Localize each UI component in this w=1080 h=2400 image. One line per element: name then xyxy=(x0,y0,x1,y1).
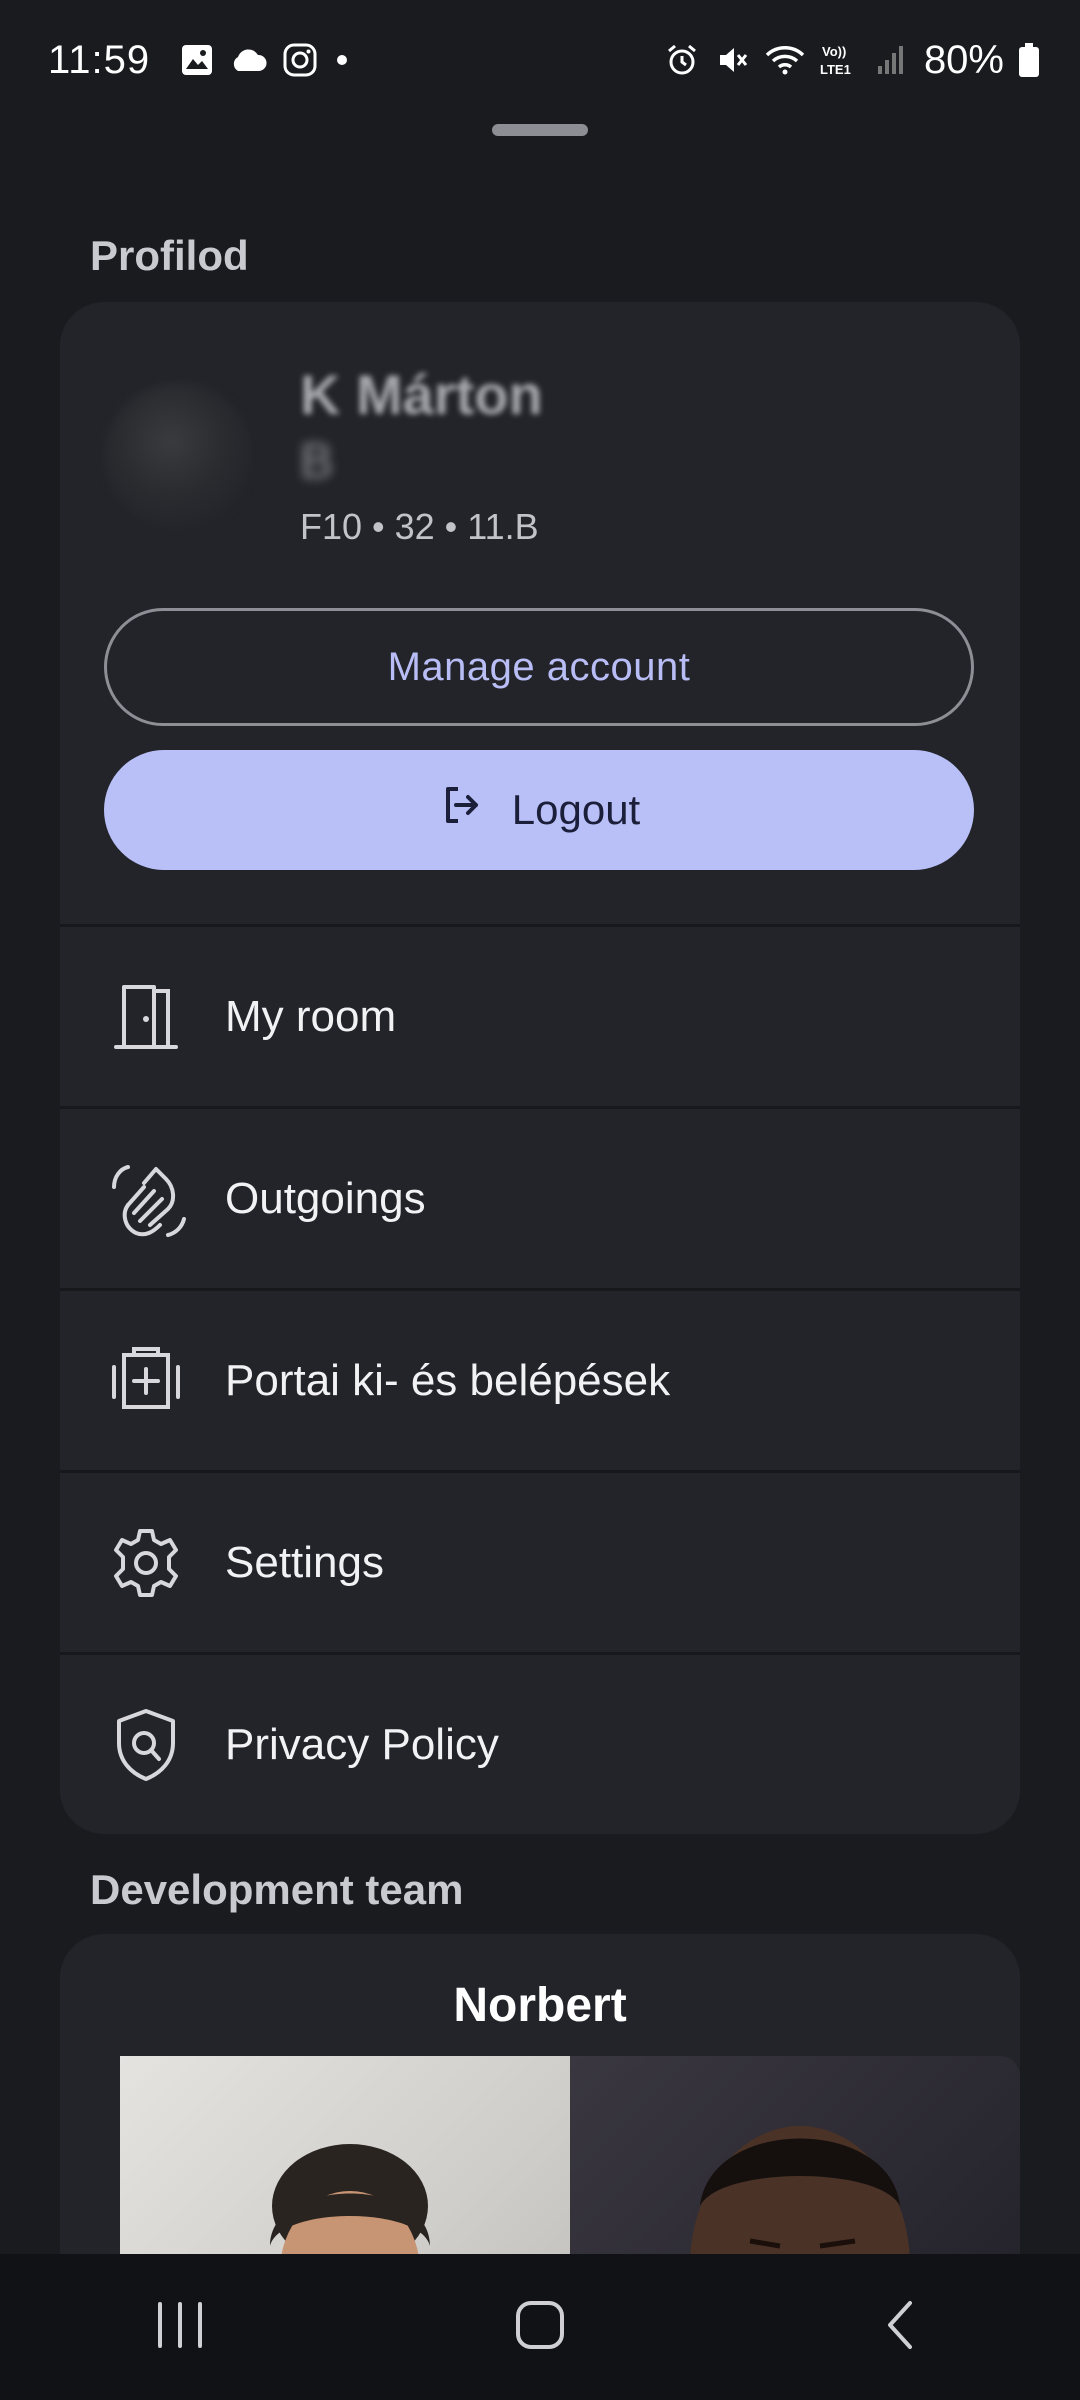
wifi-icon xyxy=(764,43,806,77)
recent-apps-icon xyxy=(152,2300,208,2355)
system-navigation-bar xyxy=(0,2254,1080,2400)
avatar xyxy=(104,382,252,530)
home-icon xyxy=(514,2299,566,2356)
cloud-icon xyxy=(228,45,268,75)
mute-icon xyxy=(714,42,750,78)
battery-percent: 80% xyxy=(923,37,1004,82)
status-bar: 11:59 Vo)) LTE1 80% xyxy=(0,0,1080,120)
menu-item-label: Outgoings xyxy=(225,1173,426,1223)
alarm-icon xyxy=(664,42,700,78)
status-bar-right: Vo)) LTE1 80% xyxy=(664,38,1040,83)
menu-item-label: My room xyxy=(225,991,397,1041)
sheet-drag-handle[interactable] xyxy=(492,124,588,136)
back-icon xyxy=(882,2299,918,2356)
profile-name-secondary: B xyxy=(300,433,334,489)
menu-item-settings[interactable]: Settings xyxy=(60,1470,1020,1652)
manage-account-button[interactable]: Manage account xyxy=(104,608,974,726)
manage-account-label: Manage account xyxy=(387,644,691,689)
profile-name: K Márton xyxy=(300,363,543,426)
recent-apps-button[interactable] xyxy=(120,2277,240,2377)
volte-icon: Vo)) LTE1 xyxy=(820,42,862,78)
section-title-profile: Profilod xyxy=(90,232,249,279)
home-button[interactable] xyxy=(480,2277,600,2377)
profile-meta: F10 • 32 • 11.B xyxy=(300,506,539,547)
instagram-icon xyxy=(282,42,318,78)
clock: 11:59 xyxy=(48,37,151,82)
gear-icon xyxy=(104,1521,188,1605)
gallery-icon xyxy=(180,43,214,77)
profile-header: K Márton B F10 • 32 • 11.B Manage accoun… xyxy=(60,302,1020,924)
menu-item-entry-exit[interactable]: Portai ki- és belépések xyxy=(60,1288,1020,1470)
section-title-development-team: Development team xyxy=(90,1866,464,1913)
screen: 11:59 Vo)) LTE1 80% Profilod K Márton B … xyxy=(0,0,1080,2400)
svg-text:Vo)): Vo)) xyxy=(822,44,846,59)
menu-item-privacy-policy[interactable]: Privacy Policy xyxy=(60,1652,1020,1834)
logout-icon xyxy=(438,781,486,839)
status-bar-left: 11:59 xyxy=(48,38,352,83)
menu-item-label: Portai ki- és belépések xyxy=(225,1355,671,1405)
waving-hand-icon xyxy=(104,1157,188,1241)
team-member-name: Norbert xyxy=(453,1979,627,2032)
logout-label: Logout xyxy=(511,786,641,833)
shield-search-icon xyxy=(104,1703,188,1787)
entry-exit-icon xyxy=(104,1339,188,1423)
signal-icon xyxy=(876,44,906,76)
door-icon xyxy=(104,975,188,1059)
menu-item-outgoings[interactable]: Outgoings xyxy=(60,1106,1020,1288)
battery-icon xyxy=(1018,42,1040,78)
menu-item-label: Privacy Policy xyxy=(225,1719,499,1769)
notification-dot-icon xyxy=(332,50,352,70)
logout-button[interactable]: Logout xyxy=(104,750,974,870)
back-button[interactable] xyxy=(840,2277,960,2377)
menu-item-label: Settings xyxy=(225,1537,384,1587)
svg-text:LTE1: LTE1 xyxy=(820,62,851,77)
menu-item-my-room[interactable]: My room xyxy=(60,924,1020,1106)
profile-card: K Márton B F10 • 32 • 11.B Manage accoun… xyxy=(60,302,1020,1834)
